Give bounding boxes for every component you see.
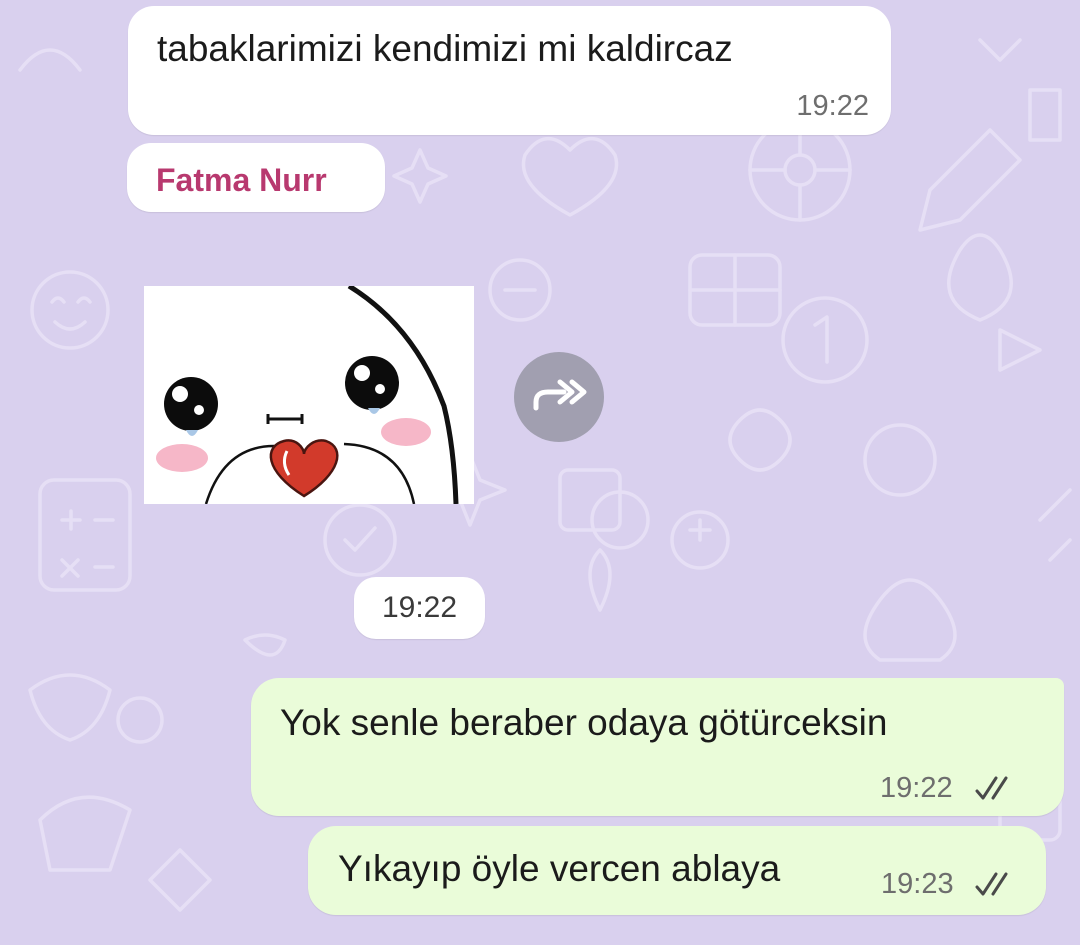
sender-name: Fatma Nurr: [156, 162, 327, 198]
message-text: Yok senle beraber odaya götürceksin: [280, 702, 888, 743]
message-time: 19:22: [796, 90, 869, 122]
sticker-image[interactable]: [144, 286, 474, 504]
message-text: tabaklarimizi kendimizi mi kaldircaz: [157, 28, 733, 69]
time-chip-label: 19:22: [381, 591, 458, 624]
double-check-icon: [975, 776, 1008, 800]
message-time: 19:22: [880, 772, 953, 804]
forward-icon: [533, 379, 587, 411]
message-text: Yıkayıp öyle vercen ablaya: [338, 848, 781, 889]
time-chip: 19:22: [354, 577, 485, 639]
message-bubble-incoming[interactable]: tabaklarimizi kendimizi mi kaldircaz 19:…: [128, 6, 891, 135]
message-bubble-outgoing[interactable]: Yıkayıp öyle vercen ablaya 19:23: [308, 826, 1046, 915]
sticker-drawing: [156, 286, 459, 504]
sender-name-chip[interactable]: Fatma Nurr: [127, 143, 385, 212]
message-time: 19:23: [881, 868, 954, 900]
message-bubble-outgoing[interactable]: Yok senle beraber odaya götürceksin 19:2…: [251, 678, 1064, 816]
double-check-icon: [975, 872, 1008, 896]
forward-button[interactable]: [514, 352, 604, 442]
